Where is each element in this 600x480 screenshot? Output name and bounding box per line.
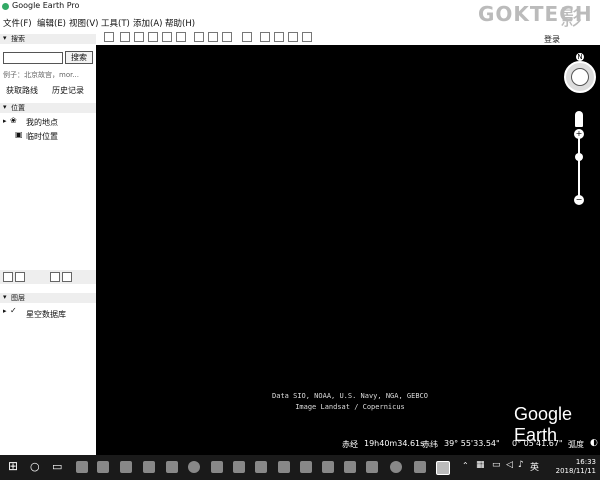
polygon-icon[interactable] bbox=[134, 32, 144, 42]
app-icon-ppt[interactable] bbox=[255, 461, 267, 473]
search-section-title: 搜索 bbox=[11, 35, 25, 43]
ime-indicator[interactable]: 英 bbox=[530, 460, 539, 473]
layers-section-title: 图层 bbox=[11, 294, 25, 302]
planet-icon[interactable] bbox=[222, 32, 232, 42]
zoom-in-button[interactable]: + bbox=[574, 129, 584, 139]
places-section-title: 位置 bbox=[11, 104, 25, 112]
dec-label: 赤纬 bbox=[422, 440, 438, 449]
menu-edit[interactable]: 编辑(E) bbox=[37, 17, 66, 29]
zoom-slider-knob[interactable] bbox=[575, 153, 583, 161]
app-icon-edge[interactable] bbox=[166, 461, 178, 473]
tray-expand-icon[interactable]: ⌃ bbox=[462, 461, 469, 470]
history-link[interactable]: 历史记录 bbox=[52, 85, 84, 96]
display-icon[interactable]: ▭ bbox=[492, 460, 501, 470]
cortana-icon[interactable]: ○ bbox=[30, 460, 40, 473]
windows-start-icon[interactable]: ⊞ bbox=[8, 459, 18, 473]
email-icon[interactable] bbox=[260, 32, 270, 42]
imagery-attribution: Data SIO, NOAA, U.S. Navy, NGA, GEBCO bbox=[272, 392, 428, 400]
clock-date: 2018/11/11 bbox=[555, 467, 596, 475]
menu-view[interactable]: 视图(V) bbox=[69, 17, 98, 29]
ra-label: 赤经 bbox=[342, 440, 358, 449]
collapse-icon: ▾ bbox=[3, 293, 7, 301]
search-button[interactable]: 搜索 bbox=[65, 51, 93, 64]
app-icon-media[interactable] bbox=[322, 461, 334, 473]
menu-tools[interactable]: 工具(T) bbox=[101, 17, 130, 29]
imagery-credit: Image Landsat / Copernicus bbox=[295, 403, 405, 411]
fov-value: 0° 05'41.67" bbox=[512, 439, 563, 448]
app-icon-folder[interactable] bbox=[211, 461, 223, 473]
ruler-icon[interactable] bbox=[242, 32, 252, 42]
app-icon-terminal[interactable] bbox=[366, 461, 378, 473]
search-input[interactable] bbox=[3, 52, 63, 64]
zoom-slider-track[interactable] bbox=[578, 134, 580, 200]
search-hint: 例子：北京故宫，mor... bbox=[3, 71, 80, 79]
collapse-icon: ▾ bbox=[3, 34, 7, 42]
north-button[interactable]: N bbox=[576, 53, 584, 61]
status-bar: 赤经 19h40m34.61s 赤纬 39° 55'33.54" 0° 05'4… bbox=[96, 437, 600, 451]
dec-value: 39° 55'33.54" bbox=[444, 439, 500, 448]
folder-icon: ❀ bbox=[10, 116, 17, 125]
window-title: Google Earth Pro bbox=[12, 1, 80, 10]
print-icon[interactable] bbox=[274, 32, 284, 42]
placemark-icon[interactable] bbox=[120, 32, 130, 42]
overlay-icon[interactable] bbox=[162, 32, 172, 42]
expand-arrow-icon[interactable]: ▸ bbox=[3, 307, 7, 315]
sunlight-icon[interactable] bbox=[208, 32, 218, 42]
network-icon[interactable]: ▦ bbox=[476, 460, 485, 470]
checkbox-icon[interactable]: ✓ bbox=[10, 306, 17, 315]
speaker-icon[interactable]: ♪ bbox=[518, 460, 524, 470]
historical-imagery-icon[interactable] bbox=[194, 32, 204, 42]
pegman-icon[interactable] bbox=[575, 111, 583, 127]
app-icon-store[interactable] bbox=[97, 461, 109, 473]
app-icon-video[interactable] bbox=[344, 461, 356, 473]
places-section-header[interactable]: ▾ 位置 bbox=[0, 103, 96, 113]
look-joystick-icon[interactable] bbox=[571, 68, 589, 86]
list-view-icon[interactable] bbox=[15, 272, 25, 282]
move-up-icon[interactable] bbox=[50, 272, 60, 282]
collapse-icon: ▾ bbox=[3, 103, 7, 111]
save-image-icon[interactable] bbox=[288, 32, 298, 42]
streaming-icon: ◐ bbox=[590, 438, 598, 448]
expand-arrow-icon[interactable]: ▸ bbox=[3, 117, 7, 125]
menu-add[interactable]: 添加(A) bbox=[133, 17, 162, 29]
layers-section-header[interactable]: ▾ 图层 bbox=[0, 293, 96, 303]
path-icon[interactable] bbox=[148, 32, 158, 42]
app-icon-google-earth[interactable] bbox=[436, 461, 450, 475]
system-clock[interactable]: 16:33 2018/11/11 bbox=[548, 458, 596, 476]
folder-icon: ▣ bbox=[15, 130, 23, 139]
sidebar-toggle-icon[interactable] bbox=[104, 32, 114, 42]
ra-value: 19h40m34.61s bbox=[364, 439, 425, 448]
app-icon bbox=[2, 3, 9, 10]
menu-help[interactable]: 帮助(H) bbox=[165, 17, 195, 29]
layer-item-star-database[interactable]: 星空数据库 bbox=[26, 309, 66, 320]
tree-item-my-places[interactable]: 我的地点 bbox=[26, 117, 58, 128]
app-icon-music[interactable] bbox=[390, 461, 402, 473]
maps-icon[interactable] bbox=[302, 32, 312, 42]
menu-file[interactable]: 文件(F) bbox=[3, 17, 32, 29]
clock-time: 16:33 bbox=[575, 458, 596, 466]
fov-label: 弧度 bbox=[568, 440, 584, 449]
app-icon-paint[interactable] bbox=[414, 461, 426, 473]
app-icon-photo[interactable] bbox=[278, 461, 290, 473]
tree-item-temporary-places[interactable]: 临时位置 bbox=[26, 131, 58, 142]
app-icon-word[interactable] bbox=[233, 461, 245, 473]
search-section-header[interactable]: ▾ 搜索 bbox=[0, 34, 96, 44]
task-view-icon[interactable]: ▭ bbox=[52, 460, 62, 473]
directions-link[interactable]: 获取路线 bbox=[6, 85, 38, 96]
app-icon-explorer[interactable] bbox=[76, 461, 88, 473]
zoom-out-button[interactable]: − bbox=[574, 195, 584, 205]
app-icon-pen[interactable] bbox=[143, 461, 155, 473]
app-icon-chrome[interactable] bbox=[188, 461, 200, 473]
search-places-icon[interactable] bbox=[3, 272, 13, 282]
app-icon-mail[interactable] bbox=[300, 461, 312, 473]
volume-icon[interactable]: ◁ bbox=[506, 460, 513, 470]
app-icon-calc[interactable] bbox=[120, 461, 132, 473]
move-down-icon[interactable] bbox=[62, 272, 72, 282]
tour-icon[interactable] bbox=[176, 32, 186, 42]
